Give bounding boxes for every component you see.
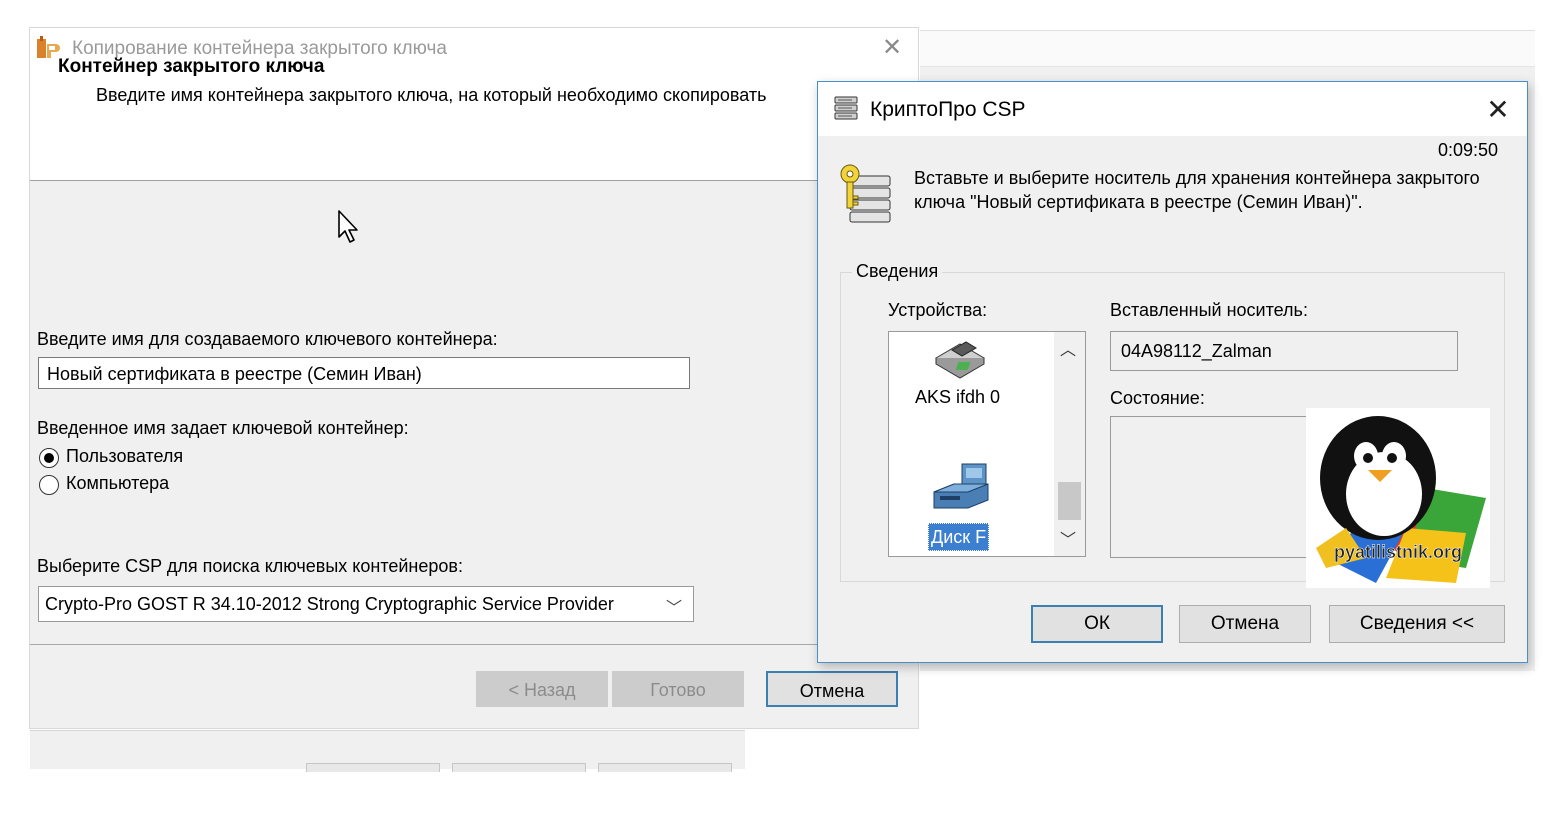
- close-icon[interactable]: ✕: [878, 34, 906, 62]
- container-name-input[interactable]: Новый сертификата в реестре (Семин Иван): [38, 357, 690, 389]
- ok-button[interactable]: ОК: [1031, 605, 1163, 643]
- csp-label: Выберите CSP для поиска ключевых контейн…: [37, 556, 463, 576]
- logo-text: pyatilistnik.org: [1334, 542, 1462, 562]
- scroll-thumb[interactable]: [1058, 482, 1081, 520]
- penguin-logo: pyatilistnik.org: [1306, 408, 1490, 588]
- radio-computer-label[interactable]: Компьютера: [66, 473, 169, 494]
- header-subtitle: Введите имя контейнера закрытого ключа, …: [96, 85, 767, 105]
- cryptopro-dialog: КриптоПро CSP ✕ 0:09:50 Вставьте и выбер…: [817, 81, 1528, 663]
- server-stack-icon: [834, 96, 858, 120]
- radio-user[interactable]: [39, 448, 59, 468]
- back-button[interactable]: < Назад: [476, 671, 608, 707]
- header-title: Контейнер закрытого ключа: [58, 56, 325, 77]
- ghost-button: [306, 763, 440, 772]
- cryptopro-title: КриптоПро CSP: [870, 98, 1026, 121]
- ghost-button: [452, 763, 586, 772]
- inserted-media-label: Вставленный носитель:: [1110, 300, 1308, 320]
- footer-divider: [30, 644, 918, 645]
- close-icon[interactable]: ✕: [1482, 94, 1514, 126]
- device-aks-label[interactable]: AKS ifdh 0: [915, 387, 1000, 408]
- chevron-down-icon[interactable]: ﹀: [1060, 526, 1076, 550]
- mouse-cursor-icon: [338, 210, 358, 243]
- chevron-down-icon[interactable]: ﹀: [666, 594, 682, 618]
- card-reader-icon[interactable]: [930, 336, 990, 382]
- state-label: Состояние:: [1110, 388, 1205, 408]
- instruction-message: Вставьте и выберите носитель для хранени…: [914, 168, 1480, 212]
- inserted-media-field: 04A98112_Zalman: [1110, 331, 1458, 371]
- cancel-button[interactable]: Отмена: [766, 671, 898, 707]
- details-legend: Сведения: [852, 261, 943, 282]
- device-disk-label[interactable]: Диск F: [928, 523, 990, 551]
- removable-disk-icon[interactable]: [930, 462, 992, 512]
- key-storage-icon: [840, 164, 891, 223]
- details-toggle-button[interactable]: Сведения <<: [1329, 605, 1505, 643]
- radio-computer[interactable]: [39, 475, 59, 495]
- csp-select[interactable]: Crypto-Pro GOST R 34.10-2012 Strong Cryp…: [38, 586, 694, 622]
- timer: 0:09:50: [1438, 140, 1499, 160]
- copy-container-wizard: Копирование контейнера закрытого ключа ✕…: [30, 28, 918, 728]
- container-name-label: Введите имя для создаваемого ключевого к…: [37, 329, 498, 349]
- cancel-button[interactable]: Отмена: [1179, 605, 1311, 643]
- devices-scrollbar[interactable]: [1054, 332, 1085, 556]
- chevron-up-icon[interactable]: ︿: [1060, 336, 1076, 360]
- scope-label: Введенное имя задает ключевой контейнер:: [37, 418, 409, 438]
- background-window-bottom: [30, 730, 745, 772]
- finish-button[interactable]: Готово: [612, 671, 744, 707]
- devices-label: Устройства:: [888, 300, 988, 320]
- radio-user-label[interactable]: Пользователя: [66, 446, 183, 467]
- ghost-button: [598, 763, 732, 772]
